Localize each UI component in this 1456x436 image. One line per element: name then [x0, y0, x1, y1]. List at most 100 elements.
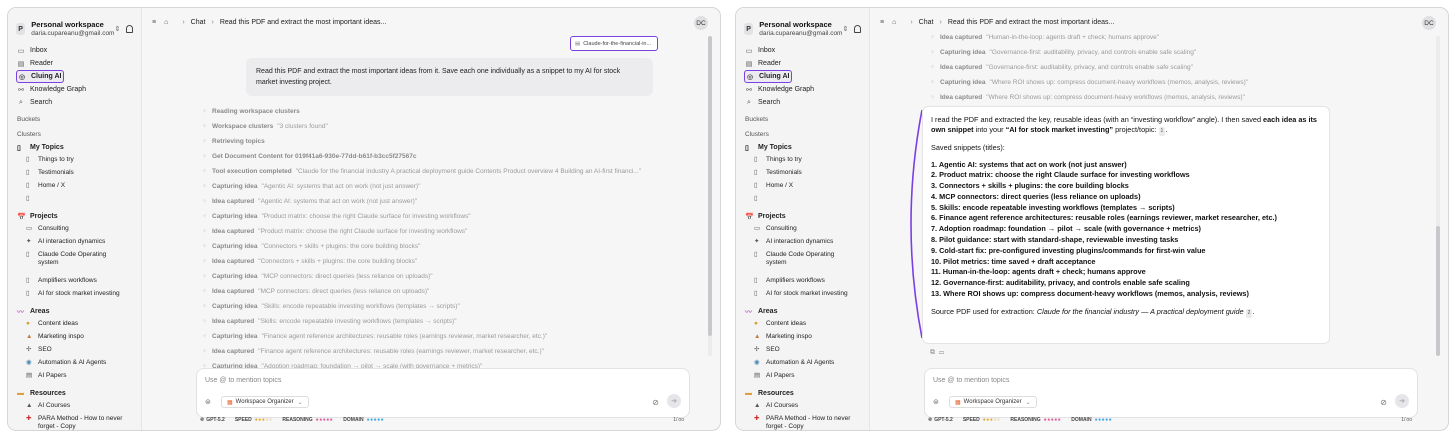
area-item[interactable]: ✢ SEO [8, 344, 141, 357]
message-input[interactable]: Use @ to mention topics [933, 377, 1009, 384]
nav-search[interactable]: ⌕ Search [16, 96, 133, 109]
menu-icon[interactable]: ≡ [880, 19, 884, 26]
group-resources[interactable]: ▬ Resources [8, 387, 141, 400]
group-projects[interactable]: 📅 Projects [8, 210, 141, 223]
step-label: Capturing idea [940, 49, 986, 56]
area-item[interactable]: ● Content ideas [8, 318, 141, 331]
menu-icon[interactable]: ≡ [152, 19, 156, 26]
home-icon[interactable]: ⌂ [164, 19, 168, 26]
group-resources[interactable]: ▬ Resources [736, 387, 869, 400]
topic-item[interactable]: ▯ Home / X [736, 180, 869, 193]
topic-item[interactable]: ▯ [736, 193, 869, 206]
chevron-updown-icon[interactable]: ⇕ [842, 25, 848, 33]
group-my-topics[interactable]: ▯ My Topics [8, 141, 141, 154]
chevron-down-icon: ⌄ [297, 399, 303, 406]
nav-knowledge-graph[interactable]: ⚯ Knowledge Graph [744, 83, 861, 96]
nav-cluing-ai[interactable]: ◎ Cluing AI [744, 70, 792, 83]
step-label: Idea captured [212, 318, 255, 325]
area-item[interactable]: ▲ Marketing inspo [736, 331, 869, 344]
step-icon: ⁘ [202, 199, 208, 205]
area-item[interactable]: ● Content ideas [736, 318, 869, 331]
paperclip-icon[interactable]: ⊘ [1380, 398, 1387, 407]
paperclip-icon[interactable]: ⊘ [652, 398, 659, 407]
nav-label: Knowledge Graph [758, 86, 815, 93]
group-areas[interactable]: 〰 Areas [8, 305, 141, 318]
project-item[interactable]: ✦ AI interaction dynamics [8, 236, 141, 249]
nav-knowledge-graph[interactable]: ⚯ Knowledge Graph [16, 83, 133, 96]
group-projects[interactable]: 📅 Projects [736, 210, 869, 223]
step-label: Capturing idea [212, 183, 258, 190]
area-item[interactable]: ▤ AI Papers [8, 370, 141, 383]
area-item[interactable]: ◉ Automation & AI Agents [8, 357, 141, 370]
topic-item[interactable]: ▯ Things to try [736, 154, 869, 167]
project-item[interactable]: ▯ AI for stock market investing [736, 288, 869, 301]
chevron-updown-icon[interactable]: ⇕ [114, 25, 120, 33]
settings-icon[interactable]: ⊜ [933, 398, 939, 406]
group-areas[interactable]: 〰 Areas [736, 305, 869, 318]
breadcrumb-chat[interactable]: Chat [191, 19, 206, 26]
breadcrumb-chat[interactable]: Chat [919, 19, 934, 26]
user-avatar[interactable]: DC [1422, 16, 1436, 30]
nav-cluing-ai[interactable]: ◎ Cluing AI [16, 70, 64, 83]
nav-search[interactable]: ⌕ Search [744, 96, 861, 109]
project-item[interactable]: ✦ AI interaction dynamics [736, 236, 869, 249]
settings-icon[interactable]: ⊜ [205, 398, 211, 406]
topic-item[interactable]: ▯ Things to try [8, 154, 141, 167]
project-item[interactable]: ▯ Claude Code Operating system [736, 249, 869, 275]
step-value: "Product matrix: choose the right Claude… [261, 213, 471, 220]
resource-item[interactable]: ▲ AI Courses [736, 400, 869, 413]
project-item[interactable]: ▯ Claude Code Operating system [8, 249, 141, 275]
workspace-organizer-chip[interactable]: ▦ Workspace Organizer ⌄ [949, 396, 1037, 408]
step-label: Idea captured [212, 348, 255, 355]
source-line: Source PDF used for extraction: Claude f… [931, 307, 1321, 319]
assistant-answer: I read the PDF and extracted the key, re… [922, 106, 1330, 344]
send-button[interactable]: ➜ [667, 394, 681, 408]
project-item[interactable]: ▯ Amplifiers workflows [736, 275, 869, 288]
ai-icon: ◎ [18, 73, 26, 81]
bell-icon[interactable] [126, 25, 133, 33]
area-item[interactable]: ◉ Automation & AI Agents [736, 357, 869, 370]
workspace-switcher[interactable]: P Personal workspace daria.cupareanu@gma… [736, 8, 869, 42]
message-input[interactable]: Use @ to mention topics [205, 377, 281, 384]
bookmark-icon: ▯ [754, 277, 758, 284]
resource-item[interactable]: ✚ PARA Method - How to never forget - Cop… [736, 413, 869, 430]
project-item[interactable]: ▯ Amplifiers workflows [8, 275, 141, 288]
topic-item[interactable]: ▯ Home / X [8, 180, 141, 193]
send-button[interactable]: ➜ [1395, 394, 1409, 408]
project-item[interactable]: ▭ Consulting [8, 223, 141, 236]
nav-inbox[interactable]: ▭ Inbox [744, 44, 861, 57]
project-item[interactable]: ▭ Consulting [736, 223, 869, 236]
workspace-name: Personal workspace [31, 20, 104, 29]
model-badge[interactable]: ✺ GPT-5.2 [200, 417, 225, 423]
nav-reader[interactable]: ▤ Reader [16, 57, 133, 70]
area-item[interactable]: ✢ SEO [736, 344, 869, 357]
snippet-title: 10. Pilot metrics: time saved + draft ac… [931, 256, 1096, 266]
user-avatar[interactable]: DC [694, 16, 708, 30]
graduation-icon: ▲ [26, 402, 33, 409]
resource-item[interactable]: ✚ PARA Method - How to never forget - Cop… [8, 413, 141, 430]
folder-icon[interactable]: ▭ [939, 349, 944, 356]
scrollbar-thumb[interactable] [1436, 226, 1440, 356]
model-badge[interactable]: ✺ GPT-5.2 [928, 417, 953, 423]
pdf-attachment[interactable]: ▤ Claude-for-the-financial-in... [570, 36, 658, 51]
resource-item[interactable]: ▲ AI Courses [8, 400, 141, 413]
openai-icon: ✺ [200, 417, 205, 423]
source-label: Source PDF used for extraction: [931, 306, 1037, 316]
nav-reader[interactable]: ▤ Reader [744, 57, 861, 70]
topic-item[interactable]: ▯ Testimonials [8, 167, 141, 180]
bell-icon[interactable] [854, 25, 861, 33]
group-my-topics[interactable]: ▯ My Topics [736, 141, 869, 154]
topbar: ≡ ⌂ › Chat › Read this PDF and extract t… [142, 8, 720, 36]
main-area: ≡ ⌂ › Chat › Read this PDF and extract t… [870, 8, 1448, 430]
home-icon[interactable]: ⌂ [892, 19, 896, 26]
topic-item[interactable]: ▯ [8, 193, 141, 206]
area-item[interactable]: ▤ AI Papers [736, 370, 869, 383]
area-item[interactable]: ▲ Marketing inspo [8, 331, 141, 344]
workspace-switcher[interactable]: P Personal workspace daria.cupareanu@gma… [8, 8, 141, 42]
nav-inbox[interactable]: ▭ Inbox [16, 44, 133, 57]
copy-icon[interactable]: ⧉ [930, 349, 935, 356]
project-item[interactable]: ▯ AI for stock market investing [8, 288, 141, 301]
topic-item[interactable]: ▯ Testimonials [736, 167, 869, 180]
workspace-organizer-chip[interactable]: ▦ Workspace Organizer ⌄ [221, 396, 309, 408]
step-icon: ⁘ [202, 244, 208, 250]
